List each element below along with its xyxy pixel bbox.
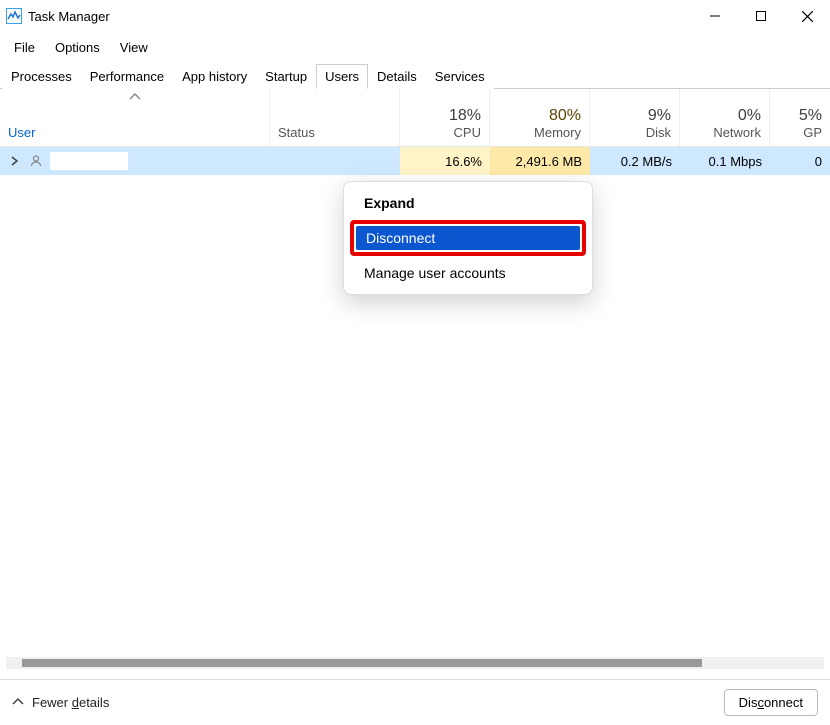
fewer-details-button[interactable]: Fewer details: [12, 695, 109, 710]
tab-app-history[interactable]: App history: [173, 64, 256, 89]
window-buttons: [692, 0, 830, 32]
header-disk-label: Disk: [646, 125, 671, 140]
ctx-disconnect-highlight: Disconnect: [350, 220, 586, 256]
cell-network: 0.1 Mbps: [680, 147, 770, 175]
header-network[interactable]: 0% Network: [680, 89, 770, 146]
titlebar: Task Manager: [0, 0, 830, 32]
expand-toggle-icon[interactable]: [8, 154, 22, 169]
header-memory[interactable]: 80% Memory: [490, 89, 590, 146]
ctx-manage-accounts[interactable]: Manage user accounts: [350, 258, 586, 288]
header-status-label: Status: [278, 125, 391, 140]
chevron-up-icon: [12, 695, 24, 710]
header-disk[interactable]: 9% Disk: [590, 89, 680, 146]
ctx-disconnect[interactable]: Disconnect: [356, 226, 580, 250]
menu-file[interactable]: File: [6, 36, 43, 59]
tabs: Processes Performance App history Startu…: [0, 63, 830, 89]
header-user[interactable]: User: [0, 89, 270, 146]
header-cpu[interactable]: 18% CPU: [400, 89, 490, 146]
sort-indicator-icon: [129, 91, 141, 103]
header-cpu-pct: 18%: [449, 107, 481, 125]
user-row[interactable]: 16.6% 2,491.6 MB 0.2 MB/s 0.1 Mbps 0: [0, 147, 830, 175]
header-gpu-label: GP: [803, 125, 822, 140]
user-name: [50, 152, 128, 170]
cell-user: [0, 147, 270, 175]
footer: Fewer details Disconnect: [0, 679, 830, 725]
context-menu: Expand Disconnect Manage user accounts: [343, 181, 593, 295]
header-gpu-pct: 5%: [799, 107, 822, 125]
header-memory-label: Memory: [534, 125, 581, 140]
menubar: File Options View: [0, 32, 830, 63]
header-network-pct: 0%: [738, 107, 761, 125]
column-headers: User Status 18% CPU 80% Memory 9% Disk 0…: [0, 89, 830, 147]
header-gpu[interactable]: 5% GP: [770, 89, 830, 146]
fewer-details-label: Fewer details: [32, 695, 109, 710]
user-icon: [28, 153, 44, 169]
window-title: Task Manager: [28, 9, 692, 24]
tab-users[interactable]: Users: [316, 64, 368, 89]
app-icon: [6, 8, 22, 24]
close-button[interactable]: [784, 0, 830, 32]
menu-options[interactable]: Options: [47, 36, 108, 59]
cell-gpu: 0: [770, 147, 830, 175]
header-user-label: User: [8, 125, 261, 140]
cell-status: [270, 147, 400, 175]
header-memory-pct: 80%: [549, 107, 581, 125]
tab-performance[interactable]: Performance: [81, 64, 173, 89]
scrollbar-thumb[interactable]: [22, 659, 702, 667]
header-disk-pct: 9%: [648, 107, 671, 125]
task-manager-window: Task Manager File Options View Processes…: [0, 0, 830, 725]
tab-details[interactable]: Details: [368, 64, 426, 89]
cell-memory: 2,491.6 MB: [490, 147, 590, 175]
cell-cpu: 16.6%: [400, 147, 490, 175]
horizontal-scrollbar[interactable]: [6, 657, 824, 669]
header-cpu-label: CPU: [454, 125, 481, 140]
menu-view[interactable]: View: [112, 36, 156, 59]
tab-processes[interactable]: Processes: [2, 64, 81, 89]
disconnect-button[interactable]: Disconnect: [724, 689, 818, 716]
header-network-label: Network: [713, 125, 761, 140]
cell-disk: 0.2 MB/s: [590, 147, 680, 175]
minimize-button[interactable]: [692, 0, 738, 32]
tab-startup[interactable]: Startup: [256, 64, 316, 89]
header-status[interactable]: Status: [270, 89, 400, 146]
maximize-button[interactable]: [738, 0, 784, 32]
tab-services[interactable]: Services: [426, 64, 494, 89]
ctx-expand[interactable]: Expand: [350, 188, 586, 218]
